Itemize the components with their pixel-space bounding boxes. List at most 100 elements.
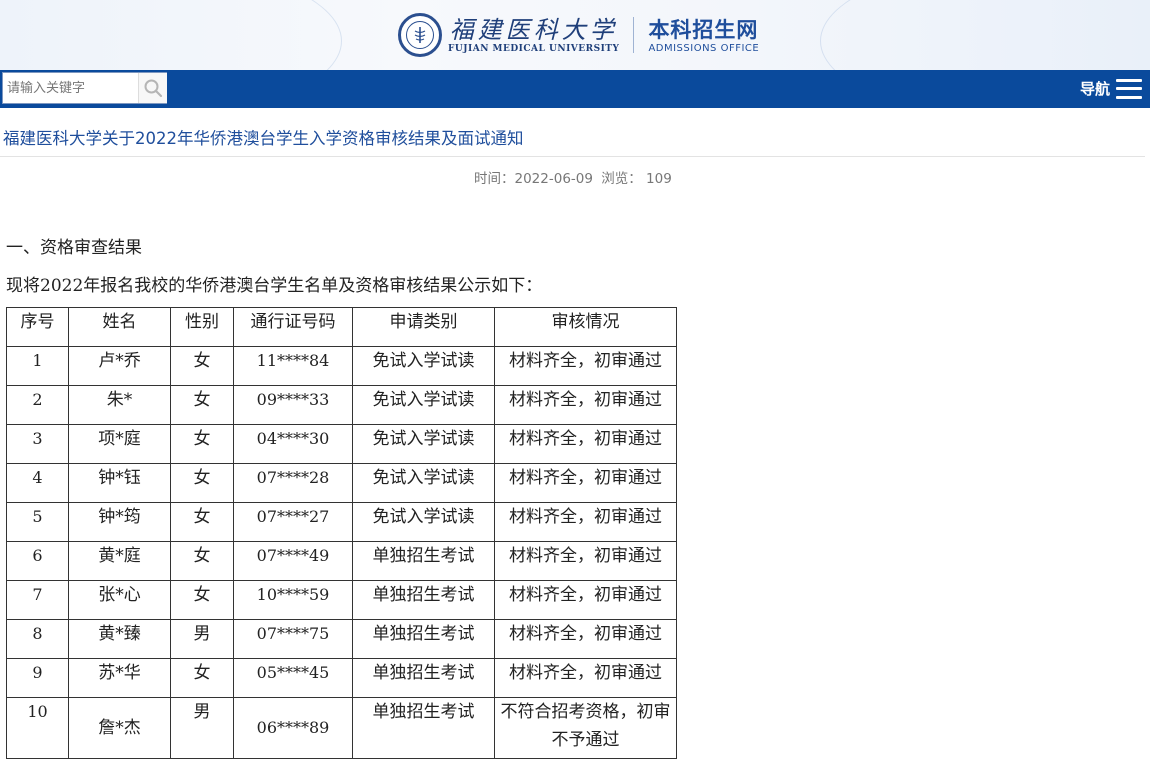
table-row: 2 朱* 女 09****33 免试入学试读 材料齐全，初审通过 [6, 385, 677, 425]
table-row: 4 钟*钰 女 07****28 免试入学试读 材料齐全，初审通过 [6, 463, 677, 503]
cell-gender: 女 [170, 502, 234, 542]
search-input[interactable] [3, 73, 137, 103]
cell-status: 材料齐全，初审通过 [494, 346, 677, 386]
cell-name: 钟*钰 [68, 463, 171, 503]
table-row: 1 卢*乔 女 11****84 免试入学试读 材料齐全，初审通过 [6, 346, 677, 386]
cell-permit: 05****45 [233, 658, 353, 698]
nav-label: 导航 [1079, 80, 1110, 98]
cell-permit: 06****89 [233, 697, 353, 759]
office-name-en: ADMISSIONS OFFICE [648, 42, 760, 54]
col-header-name: 姓名 [68, 307, 171, 347]
cell-index: 8 [6, 619, 69, 659]
table-row: 7 张*心 女 10****59 单独招生考试 材料齐全，初审通过 [6, 580, 677, 620]
cell-name: 钟*筠 [68, 502, 171, 542]
cell-gender: 男 [170, 619, 234, 659]
banner-decoration [0, 0, 342, 70]
cell-status: 材料齐全，初审通过 [494, 385, 677, 425]
cell-permit: 10****59 [233, 580, 353, 620]
article-title: 福建医科大学关于2022年华侨港澳台学生入学资格审核结果及面试通知 [3, 129, 524, 148]
col-header-status: 审核情况 [494, 307, 677, 347]
col-header-gender: 性别 [170, 307, 234, 347]
cell-gender: 女 [170, 541, 234, 581]
table-header-row: 序号 姓名 性别 通行证号码 申请类别 审核情况 [6, 307, 677, 347]
table-row: 6 黄*庭 女 07****49 单独招生考试 材料齐全，初审通过 [6, 541, 677, 581]
site-logo[interactable]: 福建医科大学 FUJIAN MEDICAL UNIVERSITY 本科招生网 A… [398, 8, 759, 62]
search-button[interactable] [138, 73, 167, 103]
cell-name: 卢*乔 [68, 346, 171, 386]
table-row: 3 项*庭 女 04****30 免试入学试读 材料齐全，初审通过 [6, 424, 677, 464]
cell-category: 单独招生考试 [352, 619, 495, 659]
col-header-category: 申请类别 [352, 307, 495, 347]
university-seal-icon [398, 13, 442, 57]
cell-status: 材料齐全，初审通过 [494, 619, 677, 659]
search-icon [144, 79, 163, 98]
cell-permit: 09****33 [233, 385, 353, 425]
banner-decoration [820, 0, 1150, 70]
cell-name: 张*心 [68, 580, 171, 620]
cell-category: 免试入学试读 [352, 346, 495, 386]
cell-permit: 07****28 [233, 463, 353, 503]
cell-status: 材料齐全，初审通过 [494, 541, 677, 581]
office-name-cn: 本科招生网 [648, 17, 759, 42]
article-meta: 时间：2022-06-09 浏览： 109 [474, 167, 676, 187]
university-name-cn: 福建医科大学 [449, 16, 618, 44]
cell-category: 免试入学试读 [352, 502, 495, 542]
table-row: 8 黄*臻 男 07****75 单独招生考试 材料齐全，初审通过 [6, 619, 677, 659]
cell-status: 材料齐全，初审通过 [494, 502, 677, 542]
nav-menu-toggle[interactable]: 导航 [1080, 78, 1142, 99]
view-count: 浏览： 109 [601, 171, 672, 187]
caduceus-icon [414, 27, 426, 43]
cell-name: 黄*庭 [68, 541, 171, 581]
cell-permit: 07****49 [233, 541, 353, 581]
cell-gender: 男 [170, 697, 234, 759]
cell-gender: 女 [170, 658, 234, 698]
search-box [2, 72, 167, 104]
hamburger-menu-icon [1116, 78, 1142, 99]
cell-status: 材料齐全，初审通过 [494, 580, 677, 620]
university-name-en: FUJIAN MEDICAL UNIVERSITY [448, 44, 620, 54]
cell-index: 10 [6, 697, 69, 759]
cell-index: 5 [6, 502, 69, 542]
table-row: 10 詹*杰 男 06****89 单独招生考试 不符合招考资格，初审不予通过 [6, 697, 677, 759]
cell-status: 材料齐全，初审通过 [494, 424, 677, 464]
section-heading: 一、资格审查结果 [6, 238, 142, 258]
cell-gender: 女 [170, 424, 234, 464]
cell-gender: 女 [170, 580, 234, 620]
cell-permit: 07****75 [233, 619, 353, 659]
cell-category: 单独招生考试 [352, 658, 495, 698]
cell-category: 单独招生考试 [352, 697, 495, 759]
cell-gender: 女 [170, 385, 234, 425]
cell-index: 4 [6, 463, 69, 503]
col-header-index: 序号 [6, 307, 69, 347]
cell-index: 7 [6, 580, 69, 620]
title-divider [0, 156, 1145, 157]
cell-category: 免试入学试读 [352, 385, 495, 425]
cell-permit: 07****27 [233, 502, 353, 542]
publish-time: 时间：2022-06-09 [474, 171, 593, 187]
cell-name: 朱* [68, 385, 171, 425]
cell-name: 黄*臻 [68, 619, 171, 659]
cell-index: 3 [6, 424, 69, 464]
header-banner: 福建医科大学 FUJIAN MEDICAL UNIVERSITY 本科招生网 A… [0, 0, 1150, 70]
logo-divider [633, 17, 635, 53]
cell-category: 免试入学试读 [352, 463, 495, 503]
col-header-permit: 通行证号码 [233, 307, 353, 347]
cell-permit: 11****84 [233, 346, 353, 386]
cell-permit: 04****30 [233, 424, 353, 464]
cell-status: 材料齐全，初审通过 [494, 463, 677, 503]
cell-name: 项*庭 [68, 424, 171, 464]
intro-paragraph: 现将2022年报名我校的华侨港澳台学生名单及资格审核结果公示如下： [6, 276, 543, 296]
table-row: 9 苏*华 女 05****45 单独招生考试 材料齐全，初审通过 [6, 658, 677, 698]
cell-index: 6 [6, 541, 69, 581]
cell-name: 苏*华 [68, 658, 171, 698]
cell-gender: 女 [170, 346, 234, 386]
cell-category: 单独招生考试 [352, 580, 495, 620]
cell-name: 詹*杰 [68, 697, 171, 759]
cell-status: 不符合招考资格，初审不予通过 [494, 697, 677, 759]
table-row: 5 钟*筠 女 07****27 免试入学试读 材料齐全，初审通过 [6, 502, 677, 542]
cell-gender: 女 [170, 463, 234, 503]
cell-category: 免试入学试读 [352, 424, 495, 464]
cell-category: 单独招生考试 [352, 541, 495, 581]
nav-bar: 导航 [0, 70, 1150, 108]
cell-status: 材料齐全，初审通过 [494, 658, 677, 698]
